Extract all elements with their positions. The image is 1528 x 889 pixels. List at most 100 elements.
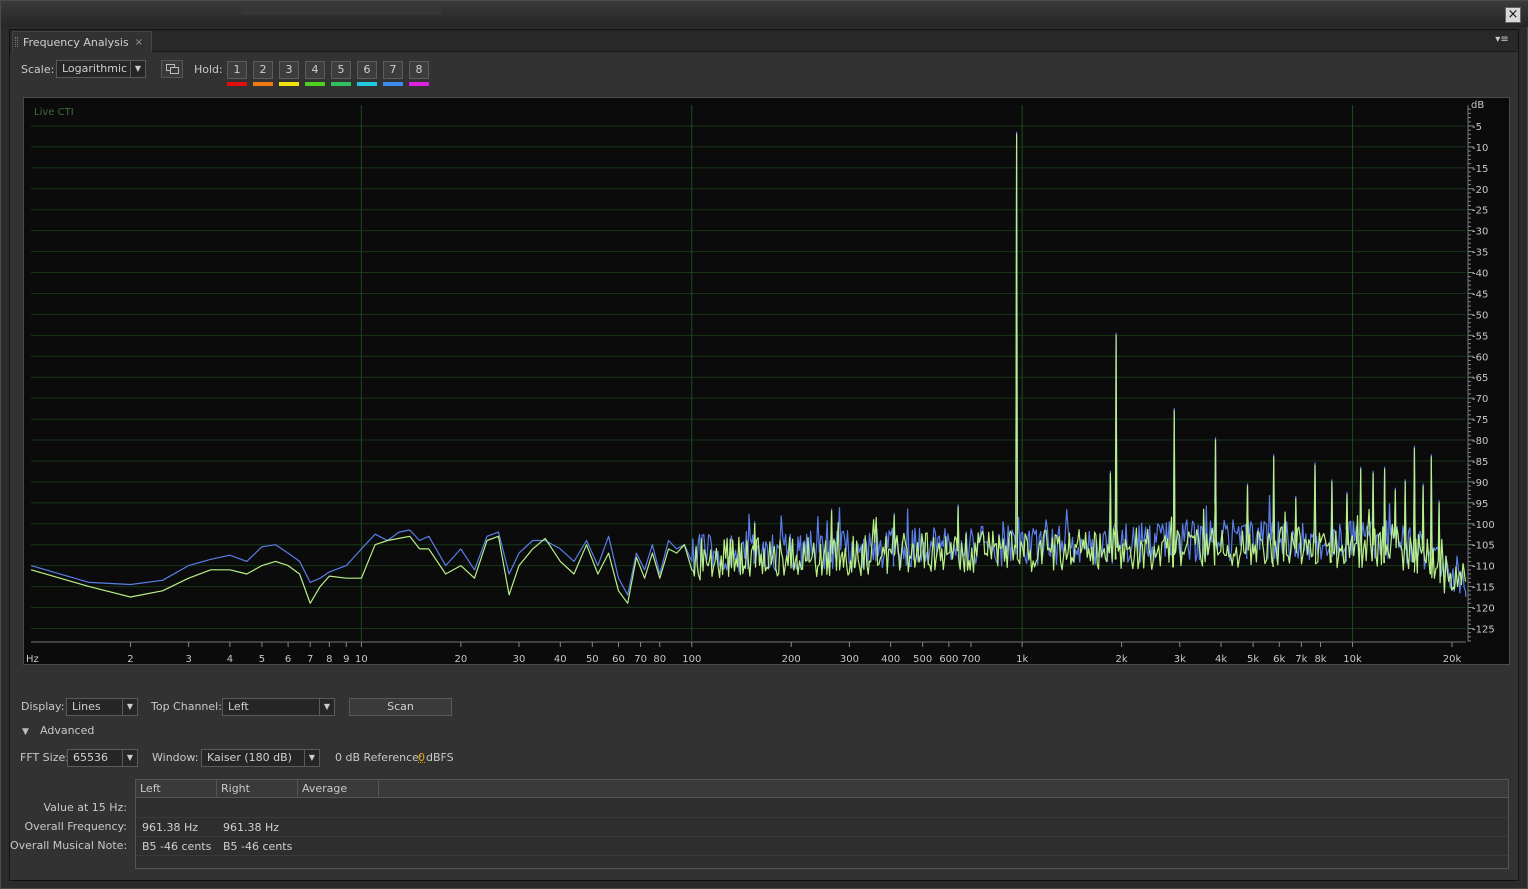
x-tick-label: 7k [1295,654,1307,665]
results-table: Left Right Average 961.38 Hz 961.38 Hz B… [135,779,1509,869]
x-tick-label: 2k [1116,654,1128,665]
x-tick-label: 3 [185,654,191,665]
window-close-button[interactable]: × [1505,7,1521,23]
x-tick-label: 5 [259,654,265,665]
tab-close-icon[interactable]: × [135,37,143,48]
chevron-down-icon: ▼ [304,750,319,766]
y-tick-label: -115 [1472,583,1495,594]
fft-size-value: 65536 [73,751,108,764]
chevron-down-icon: ▼ [122,750,137,766]
reference-unit: dBFS [426,751,454,764]
x-tick-label: 60 [612,654,625,665]
x-tick-label: 4k [1215,654,1227,665]
scan-button[interactable]: Scan [349,698,452,716]
y-tick-label: -20 [1472,185,1488,196]
y-tick-label: -5 [1472,122,1482,133]
reference-label: 0 dB Reference: [335,751,423,764]
hold-color-swatch-7 [383,82,403,86]
table-row [136,799,1508,818]
chevron-down-icon: ▼ [122,699,137,715]
hold-button-3[interactable]: 3 [279,61,299,79]
row-label-overall-frequency: Overall Frequency: [10,820,127,833]
hold-color-swatch-6 [357,82,377,86]
application-window: × Frequency Analysis × ▾≡ Scale: Logarit… [0,0,1528,889]
y-tick-label: -75 [1472,415,1488,426]
y-tick-label: -40 [1472,269,1488,280]
display-label: Display: [21,700,64,713]
hold-button-5[interactable]: 5 [331,61,351,79]
window-titlebar: × [1,1,1528,27]
chevron-down-icon: ▼ [319,699,334,715]
window-dropdown[interactable]: Kaiser (180 dB) ▼ [201,749,320,767]
y-tick-label: -110 [1472,562,1495,573]
fft-size-label: FFT Size: [20,751,69,764]
y-tick-label: -95 [1472,499,1488,510]
hold-color-swatch-2 [253,82,273,86]
table-header: Left Right Average [136,780,1508,798]
x-axis-unit-label: Hz [26,654,39,665]
x-tick-label: 10 [355,654,368,665]
top-channel-value: Left [228,700,249,713]
y-tick-label: -90 [1472,478,1488,489]
x-tick-label: 500 [913,654,932,665]
x-tick-label: 20 [454,654,467,665]
hold-button-2[interactable]: 2 [253,61,273,79]
live-cti-label: Live CTI [34,107,74,118]
column-header-average: Average [298,780,379,798]
panel-menu-icon[interactable]: ▾≡ [1494,34,1510,46]
cell-average [298,818,304,837]
display-value: Lines [72,700,101,713]
hold-button-6[interactable]: 6 [357,61,377,79]
hold-color-swatch-8 [409,82,429,86]
scale-label: Scale: [21,63,54,76]
x-tick-label: 9 [343,654,349,665]
hold-button-1[interactable]: 1 [227,61,247,79]
tab-title: Frequency Analysis [23,36,129,49]
x-tick-label: 400 [881,654,900,665]
cell-average [298,799,304,818]
x-tick-label: 40 [554,654,567,665]
x-tick-label: 100 [682,654,701,665]
y-tick-label: -25 [1472,206,1488,217]
reference-value[interactable]: 0 [418,751,425,764]
y-tick-label: -120 [1472,604,1495,615]
top-channel-dropdown[interactable]: Left ▼ [222,698,335,716]
scale-value: Logarithmic [62,62,127,75]
tab-frequency-analysis[interactable]: Frequency Analysis × [12,31,152,52]
y-tick-label: -30 [1472,227,1488,238]
snapshot-button[interactable] [161,60,183,78]
advanced-toggle-icon[interactable]: ▼ [22,727,29,737]
x-tick-label: 8 [326,654,332,665]
hold-button-8[interactable]: 8 [409,61,429,79]
x-tick-label: 6k [1273,654,1285,665]
y-tick-label: -85 [1472,457,1488,468]
chevron-down-icon: ▼ [130,61,145,77]
cell-left: 961.38 Hz [136,818,198,837]
hold-color-swatch-4 [305,82,325,86]
y-axis-unit-label: dB [1471,100,1484,111]
table-row: 961.38 Hz 961.38 Hz [136,818,1508,837]
y-tick-label: -100 [1472,520,1495,531]
y-tick-label: -80 [1472,436,1488,447]
tab-grip-icon[interactable] [15,37,18,47]
hold-button-4[interactable]: 4 [305,61,325,79]
top-channel-label: Top Channel: [151,700,222,713]
spectrum-chart: Live CTI Hz 2 3 4 5 6 7 8 9 10 20 30 40 50 60 70 80 100 200… [24,98,1511,666]
x-tick-label: 7 [307,654,313,665]
y-tick-label: -10 [1472,143,1488,154]
hold-button-7[interactable]: 7 [383,61,403,79]
advanced-toggle-label[interactable]: Advanced [40,724,94,737]
display-dropdown[interactable]: Lines ▼ [66,698,138,716]
scale-dropdown[interactable]: Logarithmic ▼ [56,60,146,78]
frequency-graph[interactable]: Live CTI Hz 2 3 4 5 6 7 8 9 10 20 30 40 50 60 70 80 100 200… [23,97,1510,665]
cell-right: B5 -46 cents [217,837,292,856]
titlebar-blurred-text [241,5,441,15]
x-tick-label: 4 [227,654,233,665]
x-tick-label: 1k [1016,654,1028,665]
fft-size-dropdown[interactable]: 65536 ▼ [67,749,138,767]
column-header-left: Left [136,780,217,798]
window-value: Kaiser (180 dB) [207,751,292,764]
row-label-value-at-15hz: Value at 15 Hz: [10,801,127,814]
x-tick-label: 2 [127,654,133,665]
y-tick-label: -105 [1472,541,1495,552]
